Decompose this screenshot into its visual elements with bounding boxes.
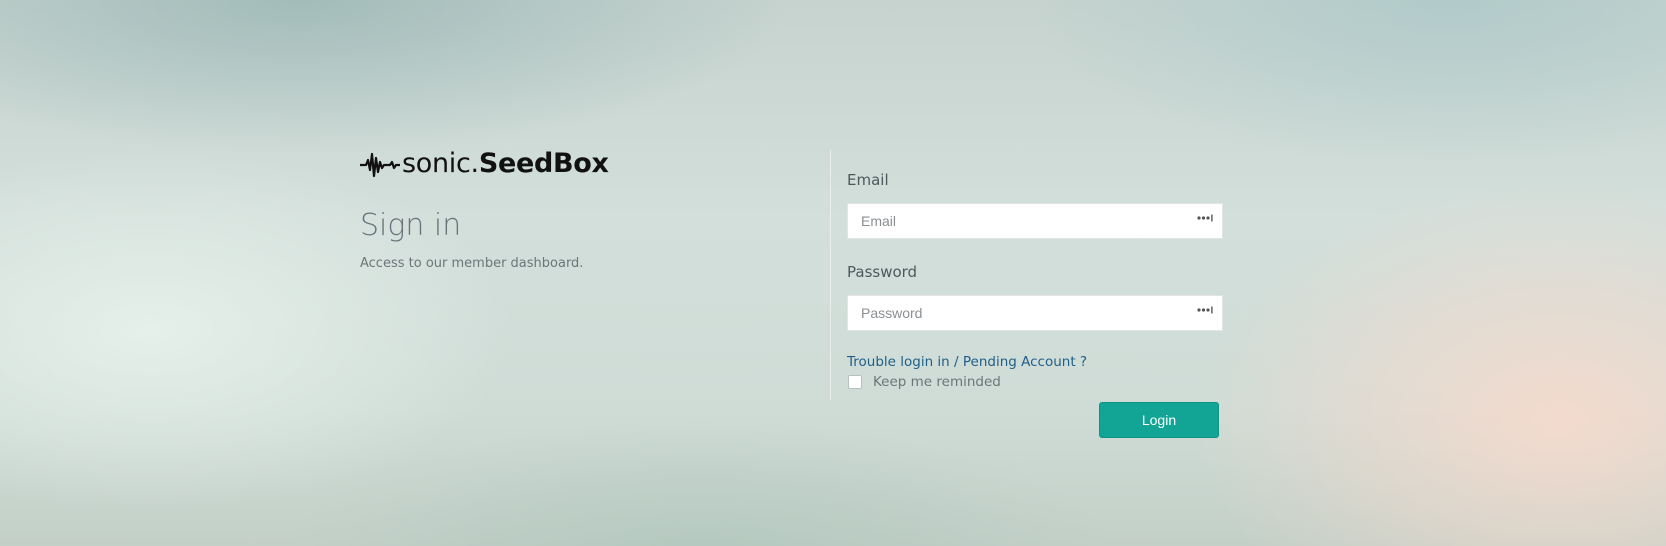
waveform-icon — [360, 152, 400, 178]
remember-checkbox[interactable] — [848, 375, 862, 389]
email-label: Email — [847, 171, 889, 189]
logo-text-bold: SeedBox — [478, 148, 609, 179]
login-button[interactable]: Login — [1099, 402, 1219, 438]
password-manager-icon[interactable] — [1196, 304, 1214, 318]
logo: sonic.SeedBox — [360, 146, 609, 182]
logo-text-light: sonic. — [402, 148, 479, 179]
password-input[interactable] — [848, 296, 1222, 330]
remember-label: Keep me reminded — [873, 374, 1001, 390]
password-label: Password — [847, 263, 918, 281]
page-subtitle: Access to our member dashboard. — [360, 256, 584, 271]
password-manager-icon[interactable] — [1196, 212, 1214, 226]
email-field-wrapper — [847, 203, 1223, 239]
remember-me[interactable]: Keep me reminded — [847, 372, 1001, 392]
vertical-divider — [830, 150, 831, 400]
page-title: Sign in — [360, 208, 462, 243]
trouble-login-link[interactable]: Trouble login in / Pending Account ? — [847, 352, 1087, 372]
password-field-wrapper — [847, 295, 1223, 331]
email-input[interactable] — [848, 204, 1222, 238]
logo-text: sonic.SeedBox — [402, 146, 609, 182]
